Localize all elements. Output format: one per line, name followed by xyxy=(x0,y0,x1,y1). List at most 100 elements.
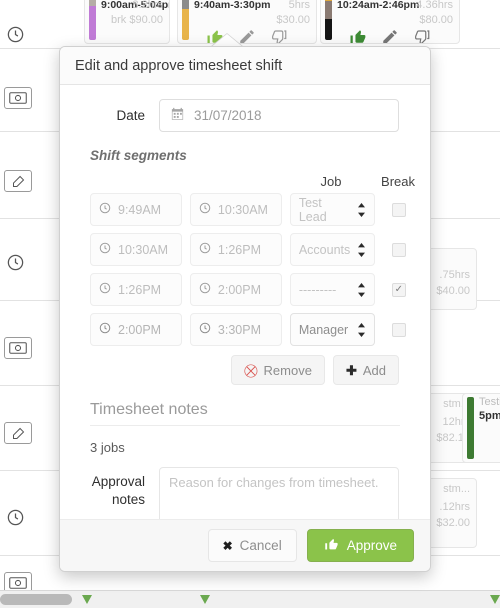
date-input[interactable]: 31/07/2018 xyxy=(159,99,399,132)
shift-card-title: stm... xyxy=(443,483,470,495)
scroll-marker-icon xyxy=(82,595,92,604)
thumbs-up-icon[interactable] xyxy=(349,28,367,43)
edit-approve-timesheet-modal: Edit and approve timesheet shift Date 31… xyxy=(59,46,431,572)
money-icon[interactable] xyxy=(4,87,32,109)
shift-card-time: 10:24am-2:46pm xyxy=(337,0,420,11)
shift-segment-row: 2:00PM 3:30PM Manager xyxy=(75,313,415,346)
cancel-button[interactable]: ✖ Cancel xyxy=(207,529,297,562)
x-icon: ✖ xyxy=(222,538,233,553)
shift-card-hours: 5hrs xyxy=(288,0,310,11)
clock-icon[interactable] xyxy=(4,507,26,527)
scrollbar-thumb[interactable] xyxy=(0,594,72,605)
segment-break-cell xyxy=(383,202,415,217)
shift-card-hours: 8.2hrs xyxy=(132,0,163,11)
clock-icon xyxy=(99,242,111,257)
shift-color-stripe xyxy=(467,397,474,459)
shift-card-time: 5pm-5 xyxy=(479,410,500,422)
clock-icon xyxy=(99,322,111,337)
segment-job-value: Accounts xyxy=(298,242,351,257)
segment-job-value: Manager xyxy=(298,322,349,337)
date-value: 31/07/2018 xyxy=(194,108,262,123)
clock-icon xyxy=(99,282,111,297)
segment-job-select[interactable]: Accounts xyxy=(289,233,375,266)
cancel-label: Cancel xyxy=(239,538,282,553)
shift-card-hours: .75hrs xyxy=(439,269,470,281)
segment-break-checkbox[interactable] xyxy=(391,242,406,257)
scroll-marker-icon xyxy=(200,595,210,604)
shift-card[interactable]: 9:00am-5:04pm 8.2hrs brk $90.00 xyxy=(84,0,170,44)
segment-start-value: 10:30AM xyxy=(118,242,169,257)
segment-break-checkbox[interactable] xyxy=(391,322,406,337)
segment-end-input[interactable]: 10:30AM xyxy=(189,193,282,226)
clock-icon xyxy=(199,242,211,257)
timesheet-notes-title: Timesheet notes xyxy=(90,401,208,418)
approval-notes-row: Approval notes Reason for changes from t… xyxy=(75,467,415,519)
shift-card-amount: $40.00 xyxy=(436,285,470,297)
approval-notes-label-line2: notes xyxy=(111,492,145,507)
clock-icon xyxy=(199,282,211,297)
horizontal-scrollbar[interactable] xyxy=(0,590,500,608)
segment-start-input[interactable]: 10:30AM xyxy=(90,233,182,266)
thumbs-up-icon xyxy=(324,537,339,555)
segment-job-select[interactable]: Test Lead xyxy=(289,193,375,226)
minus-circle-icon: ⛒ xyxy=(244,362,258,378)
add-label: Add xyxy=(362,362,386,378)
shift-card-amount: $32.00 xyxy=(436,517,470,529)
clock-icon[interactable] xyxy=(4,24,26,44)
shift-card-amount: $30.00 xyxy=(276,14,310,26)
segment-start-input[interactable]: 9:49AM xyxy=(90,193,182,226)
spinner-updown-icon xyxy=(357,282,366,297)
shift-card-title: Testing xyxy=(479,396,500,408)
segment-job-value: Test Lead xyxy=(298,195,327,224)
approval-notes-textarea[interactable]: Reason for changes from timesheet. xyxy=(159,467,399,519)
modal-title: Edit and approve timesheet shift xyxy=(75,57,283,74)
shift-card[interactable]: Testing 5pm-5 xyxy=(462,393,500,463)
approve-button[interactable]: Approve xyxy=(306,529,414,562)
date-row: Date 31/07/2018 xyxy=(75,99,415,132)
pencil-box-icon[interactable] xyxy=(4,422,32,444)
clock-icon xyxy=(199,202,211,217)
modal-footer: ✖ Cancel Approve xyxy=(60,519,430,571)
spinner-updown-icon xyxy=(357,202,366,217)
shift-segments-heading: Shift segments xyxy=(90,148,187,163)
segment-end-input[interactable]: 2:00PM xyxy=(189,273,282,306)
approval-notes-label: Approval notes xyxy=(75,467,159,509)
plus-icon: ✚ xyxy=(345,362,357,378)
segment-end-value: 1:26PM xyxy=(217,242,262,257)
jobs-count: 3 jobs xyxy=(90,440,125,455)
shift-segment-row: 10:30AM 1:26PM Accounts xyxy=(75,233,415,266)
pencil-box-icon[interactable] xyxy=(4,170,32,192)
remove-label: Remove xyxy=(263,362,312,378)
segment-break-checkbox[interactable] xyxy=(391,202,406,217)
modal-body: Date 31/07/2018 Shift segments Job Break xyxy=(60,85,430,519)
pencil-icon[interactable] xyxy=(381,28,399,43)
segment-end-input[interactable]: 1:26PM xyxy=(189,233,282,266)
date-label: Date xyxy=(116,108,145,123)
segment-job-select[interactable]: Manager xyxy=(289,313,375,346)
thumbs-down-icon[interactable] xyxy=(413,28,431,43)
shift-card-hours: .12hrs xyxy=(439,501,470,513)
remove-segment-button[interactable]: ⛒ Remove xyxy=(231,355,325,385)
shift-card-hours: 4.36hrs xyxy=(416,0,453,11)
segment-job-select[interactable]: --------- xyxy=(289,273,375,306)
segment-start-value: 9:49AM xyxy=(118,202,162,217)
notes-divider xyxy=(90,425,400,426)
add-segment-button[interactable]: ✚ Add xyxy=(332,355,399,385)
app-root: 9:00am-5:04pm 8.2hrs brk $90.00 9:40am-3… xyxy=(0,0,500,608)
clock-icon[interactable] xyxy=(4,252,26,272)
modal-header: Edit and approve timesheet shift xyxy=(60,47,430,85)
shift-card-time: 9:40am-3:30pm xyxy=(194,0,271,11)
shift-card[interactable]: 10:24am-2:46pm 4.36hrs $80.00 xyxy=(320,0,460,44)
segment-break-checkbox[interactable]: ✓ xyxy=(391,282,406,297)
segment-break-cell xyxy=(383,242,415,257)
segment-end-input[interactable]: 3:30PM xyxy=(189,313,282,346)
col-job-header: Job xyxy=(320,174,342,189)
shift-segments-header-row: Job Break xyxy=(75,167,415,189)
segment-start-input[interactable]: 1:26PM xyxy=(90,273,182,306)
segment-break-cell: ✓ xyxy=(383,282,415,297)
money-icon[interactable] xyxy=(4,337,32,359)
segment-start-input[interactable]: 2:00PM xyxy=(90,313,182,346)
clock-icon xyxy=(99,202,111,217)
thumbs-down-icon[interactable] xyxy=(270,28,288,43)
segment-end-value: 2:00PM xyxy=(217,282,262,297)
